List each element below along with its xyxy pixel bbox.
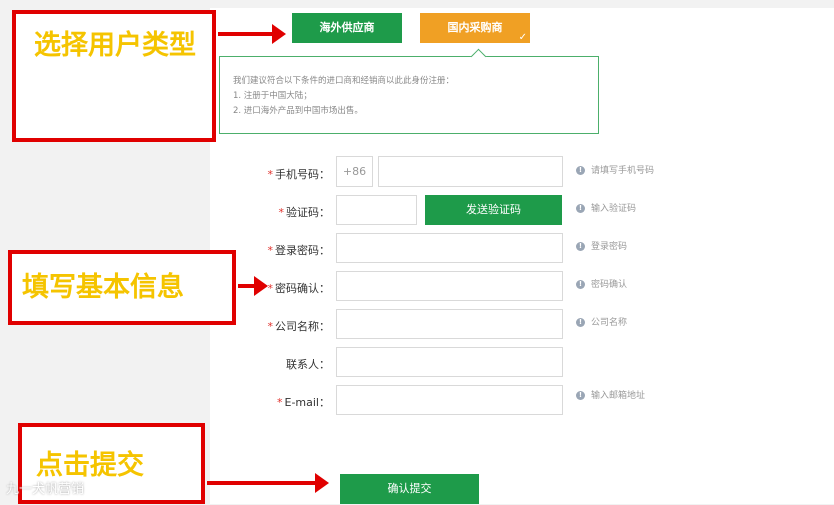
confirm-hint-text: 密码确认: [591, 280, 628, 290]
tab-domestic-label: 国内采购商: [447, 21, 503, 34]
arrow-icon: [238, 276, 268, 296]
check-icon: ✓: [518, 32, 527, 43]
info-icon: !: [576, 391, 585, 400]
phone-label-text: 手机号码：: [275, 168, 330, 181]
contact-input[interactable]: [336, 347, 563, 377]
code-label-text: 验证码：: [286, 206, 330, 219]
info-icon: !: [576, 204, 585, 213]
arrow-icon: [207, 473, 329, 493]
company-input[interactable]: [336, 309, 563, 339]
info-icon: !: [576, 166, 585, 175]
phone-label: * 手机号码：: [200, 166, 331, 182]
submit-button[interactable]: 确认提交: [340, 474, 479, 504]
tab-domestic-buyer[interactable]: 国内采购商 ✓: [420, 13, 530, 43]
confirm-password-input[interactable]: [336, 271, 563, 301]
password-hint: ! 登录密码: [576, 239, 627, 252]
info-line-1: 我们建议符合以下条件的进口商和经销商以此此身份注册：: [233, 76, 455, 86]
email-label-text: E-mail：: [284, 396, 331, 409]
info-line-2: 1. 注册于中国大陆；: [233, 91, 312, 101]
info-line-3: 2. 进口海外产品到中国市场出售。: [233, 106, 363, 116]
watermark: 九一犬帆营销: [6, 482, 85, 497]
contact-label: 联系人：: [200, 356, 330, 372]
code-hint: ! 输入验证码: [576, 201, 636, 214]
phone-hint: ! 请填写手机号码: [576, 163, 654, 176]
annotation-select-type: 选择用户类型: [12, 10, 216, 142]
annotation-fill-info: 填写基本信息: [8, 250, 236, 325]
info-icon: !: [576, 280, 585, 289]
buyer-info-box: 我们建议符合以下条件的进口商和经销商以此此身份注册： 1. 注册于中国大陆； 2…: [219, 48, 599, 134]
required-mark: *: [267, 320, 274, 333]
phone-hint-text: 请填写手机号码: [591, 166, 655, 176]
required-mark: *: [267, 168, 274, 181]
code-hint-text: 输入验证码: [591, 204, 637, 214]
email-label: * E-mail：: [200, 394, 330, 410]
confirm-label-text: 密码确认：: [275, 282, 330, 295]
password-label-text: 登录密码：: [275, 244, 330, 257]
company-hint: ! 公司名称: [576, 315, 627, 328]
required-mark: *: [277, 396, 283, 409]
company-hint-text: 公司名称: [591, 318, 628, 328]
required-mark: *: [267, 244, 274, 257]
tab-overseas-supplier[interactable]: 海外供应商: [292, 13, 402, 43]
company-label-text: 公司名称：: [275, 320, 330, 333]
required-mark: *: [278, 206, 285, 219]
email-input[interactable]: [336, 385, 563, 415]
contact-label-text: 联系人：: [286, 358, 330, 371]
info-icon: !: [576, 242, 585, 251]
code-label: * 验证码：: [200, 204, 331, 220]
code-input[interactable]: [336, 195, 417, 225]
email-hint: ! 输入邮箱地址: [576, 388, 645, 401]
confirm-hint: ! 密码确认: [576, 277, 627, 290]
arrow-icon: [218, 24, 286, 44]
phone-input[interactable]: [378, 156, 563, 187]
country-code-prefix: +86: [336, 156, 373, 187]
password-input[interactable]: [336, 233, 563, 263]
password-hint-text: 登录密码: [591, 242, 628, 252]
send-code-button[interactable]: 发送验证码: [425, 195, 562, 225]
email-hint-text: 输入邮箱地址: [591, 391, 646, 401]
required-mark: *: [267, 282, 274, 295]
info-icon: !: [576, 318, 585, 327]
